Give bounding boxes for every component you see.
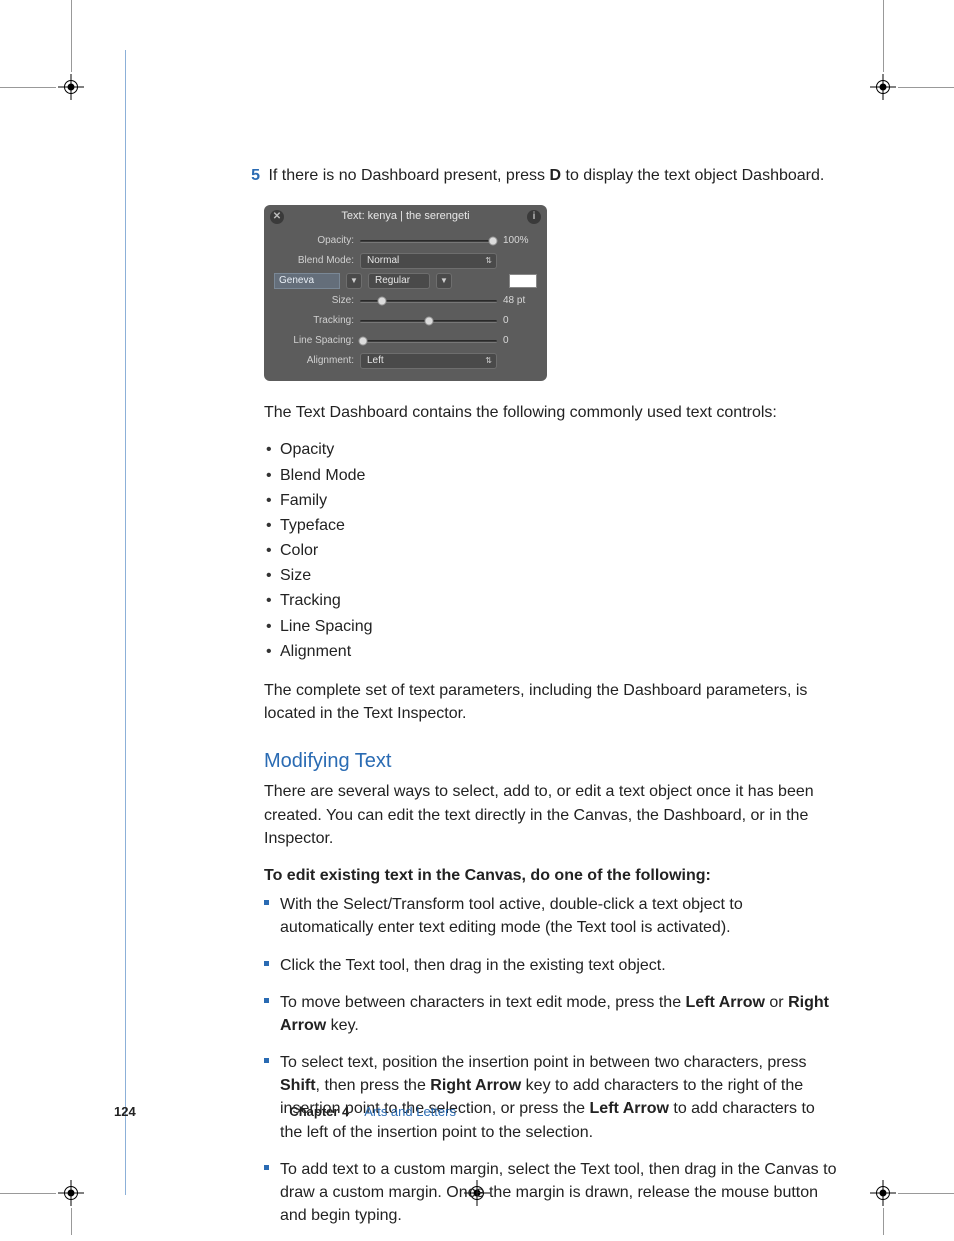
intro-paragraph: The Text Dashboard contains the followin… — [264, 401, 839, 424]
alignment-label: Alignment: — [264, 354, 360, 369]
list-item: Click the Text tool, then drag in the ex… — [264, 954, 839, 977]
crop-rule — [898, 87, 954, 88]
instruction-list: With the Select/Transform tool active, d… — [264, 893, 839, 1227]
crop-rule — [883, 0, 884, 72]
modifying-intro: There are several ways to select, add to… — [264, 780, 839, 850]
complete-paragraph: The complete set of text parameters, inc… — [264, 679, 839, 725]
instruction-heading: To edit existing text in the Canvas, do … — [264, 864, 839, 887]
font-row: Geneva ▼ Regular ▼ — [264, 271, 547, 291]
chevron-icon: ⇅ — [485, 355, 492, 367]
step-key: D — [550, 167, 562, 184]
size-row: Size: 48 pt — [264, 291, 547, 311]
opacity-slider[interactable] — [360, 236, 497, 246]
font-family-field[interactable]: Geneva — [274, 273, 340, 289]
crop-mark-icon — [870, 74, 896, 100]
alignment-value: Left — [367, 354, 384, 369]
chevron-icon: ⇅ — [485, 255, 492, 267]
page-content: 5 If there is no Dashboard present, pres… — [264, 164, 839, 1241]
opacity-row: Opacity: 100% — [264, 231, 547, 251]
font-style-arrow[interactable]: ▼ — [436, 273, 452, 289]
blend-mode-dropdown[interactable]: Normal ⇅ — [360, 253, 497, 269]
crop-rule — [71, 0, 72, 72]
tracking-slider[interactable] — [360, 316, 497, 326]
list-item: Typeface — [264, 514, 839, 537]
list-item: With the Select/Transform tool active, d… — [264, 893, 839, 939]
list-item: Blend Mode — [264, 464, 839, 487]
list-item: To move between characters in text edit … — [264, 991, 839, 1037]
font-style-value: Regular — [375, 274, 410, 289]
controls-list: Opacity Blend Mode Family Typeface Color… — [264, 438, 839, 663]
info-icon[interactable]: i — [527, 210, 541, 224]
list-item: Tracking — [264, 589, 839, 612]
section-heading: Modifying Text — [264, 747, 839, 776]
tracking-label: Tracking: — [264, 314, 360, 329]
tracking-row: Tracking: 0 — [264, 311, 547, 331]
crop-rule — [898, 1193, 954, 1194]
step-number: 5 — [242, 164, 260, 187]
dashboard-title: Text: kenya | the serengeti — [284, 209, 527, 225]
page-footer: 124 Chapter 4 Arts and Letters — [114, 1103, 844, 1122]
blend-label: Blend Mode: — [264, 254, 360, 269]
step-text: to display the text object Dashboard. — [561, 167, 824, 184]
list-item: Family — [264, 489, 839, 512]
tracking-value: 0 — [497, 314, 537, 329]
crop-rule — [0, 1193, 56, 1194]
opacity-value: 100% — [497, 234, 537, 249]
crop-rule — [71, 1208, 72, 1235]
opacity-label: Opacity: — [264, 234, 360, 249]
blend-mode-value: Normal — [367, 254, 399, 269]
spacing-value: 0 — [497, 334, 537, 349]
font-family-dropdown[interactable]: ▼ — [346, 273, 362, 289]
size-slider[interactable] — [360, 296, 497, 306]
list-item: To add text to a custom margin, select t… — [264, 1158, 839, 1228]
alignment-row: Alignment: Left ⇅ — [264, 351, 547, 371]
list-item: Opacity — [264, 438, 839, 461]
list-item: Alignment — [264, 640, 839, 663]
page-number: 124 — [114, 1104, 136, 1119]
blend-row: Blend Mode: Normal ⇅ — [264, 251, 547, 271]
list-item: Line Spacing — [264, 615, 839, 638]
crop-mark-icon — [870, 1180, 896, 1206]
alignment-dropdown[interactable]: Left ⇅ — [360, 353, 497, 369]
crop-mark-icon — [58, 1180, 84, 1206]
list-item: Color — [264, 539, 839, 562]
font-style-dropdown[interactable]: Regular — [368, 273, 430, 289]
margin-rule — [125, 50, 126, 1195]
crop-rule — [883, 1208, 884, 1235]
dashboard-titlebar: ✕ Text: kenya | the serengeti i — [264, 205, 547, 231]
size-label: Size: — [264, 294, 360, 309]
list-item: To select text, position the insertion p… — [264, 1051, 839, 1144]
color-swatch[interactable] — [509, 274, 537, 288]
spacing-label: Line Spacing: — [264, 334, 360, 349]
crop-mark-icon — [58, 74, 84, 100]
step-line: 5 If there is no Dashboard present, pres… — [264, 164, 839, 187]
size-value: 48 pt — [497, 294, 537, 309]
list-item: Size — [264, 564, 839, 587]
step-text: If there is no Dashboard present, press — [268, 167, 549, 184]
text-dashboard-panel: ✕ Text: kenya | the serengeti i Opacity:… — [264, 205, 547, 381]
crop-rule — [0, 87, 56, 88]
chapter-label: Chapter 4 — [289, 1104, 349, 1119]
chapter-name: Arts and Letters — [364, 1104, 456, 1119]
close-icon[interactable]: ✕ — [270, 210, 284, 224]
line-spacing-slider[interactable] — [360, 336, 497, 346]
spacing-row: Line Spacing: 0 — [264, 331, 547, 351]
